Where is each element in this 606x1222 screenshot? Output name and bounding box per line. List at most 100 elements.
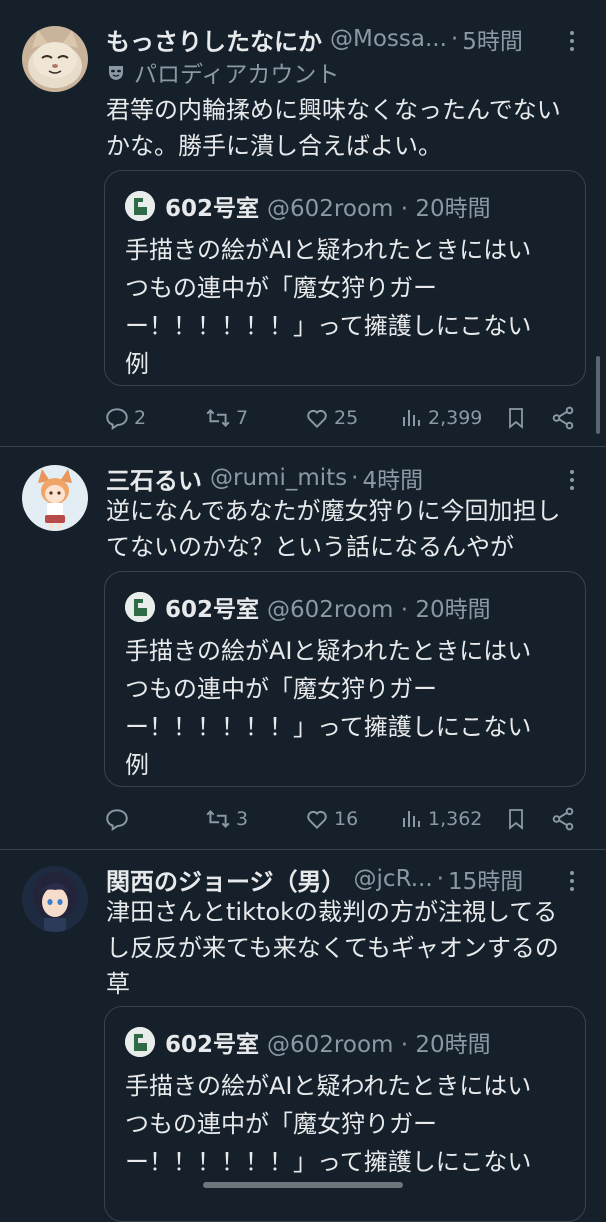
quote-text: 手描きの絵がAIと疑われたときにはい つもの連中が「魔女狩りガー ー！！！！！！…: [125, 632, 565, 784]
quote-text-line: つもの連中が「魔女狩りガー: [125, 675, 437, 703]
quote-author-handle: @602room · 20時間: [267, 597, 491, 623]
view-count: 1,362: [428, 808, 483, 830]
quote-text-line: ー！！！！！！」って擁護しにこない: [125, 312, 532, 340]
share-icon: [552, 807, 574, 831]
action-bar: 2 7 25 2,399: [104, 398, 584, 438]
more-icon[interactable]: [560, 866, 584, 896]
avatar-cat[interactable]: [22, 26, 88, 92]
quote-avatar: [125, 1027, 155, 1057]
repost-icon: [206, 409, 230, 427]
quote-avatar: [125, 191, 155, 221]
action-bar: 3 16 1,362: [104, 799, 584, 839]
quote-text-line: つもの連中が「魔女狩りガー: [125, 1110, 437, 1138]
repost-icon: [206, 810, 230, 828]
more-icon[interactable]: [560, 465, 584, 495]
quoted-tweet[interactable]: 602号室 @602room · 20時間 手描きの絵がAIと疑われたときにはい…: [104, 170, 586, 386]
like-button[interactable]: 25: [304, 398, 358, 438]
quote-author-handle: @602room · 20時間: [267, 196, 491, 222]
quoted-tweet[interactable]: 602号室 @602room · 20時間 手描きの絵がAIと疑われたときにはい…: [104, 571, 586, 787]
separator-dot: ·: [436, 866, 444, 892]
reply-icon: [106, 408, 128, 431]
quote-text-line: 例: [125, 350, 149, 378]
tweet-text: 逆になんであなたが魔女狩りに今回加担し てないのかな？という話になるんやが: [106, 493, 586, 565]
author-handle[interactable]: @rumi_mits: [210, 465, 347, 491]
mask-icon: [109, 66, 123, 80]
tweet-header: 三石るい @rumi_mits · 4時間: [106, 461, 423, 495]
scrollbar[interactable]: [596, 356, 600, 434]
tweet-text: 君等の内輪揉めに興味なくなったんでない かな。勝手に潰し合えばよい。: [106, 92, 586, 164]
quote-header: 602号室 @602room · 20時間: [125, 590, 491, 624]
bookmark-button[interactable]: [504, 799, 532, 839]
avatar-anime-boy[interactable]: [22, 866, 88, 932]
more-icon[interactable]: [560, 26, 584, 56]
quoted-tweet[interactable]: 602号室 @602room · 20時間 手描きの絵がAIと疑われたときにはい…: [104, 1006, 586, 1222]
views-icon: [403, 410, 420, 426]
reply-icon: [106, 809, 128, 832]
repost-button[interactable]: 3: [204, 799, 248, 839]
view-count: 2,399: [428, 407, 483, 429]
share-icon: [552, 406, 574, 430]
views-button[interactable]: 1,362: [400, 799, 482, 839]
share-button[interactable]: [550, 398, 580, 438]
tweet-3[interactable]: 関西のジョージ（男） @jcR... · 15時間 津田さんとtiktokの裁判…: [0, 850, 606, 1222]
quote-text-line: 例: [125, 751, 149, 779]
parody-text: パロディアカウント: [134, 62, 340, 88]
tweet-1[interactable]: もっさりしたなにか @Mossa... · 5時間 パロディアカウント 君等の内…: [0, 0, 606, 446]
bookmark-icon: [509, 408, 523, 429]
separator-dot: ·: [450, 26, 459, 52]
quote-text-line: 手描きの絵がAIと疑われたときにはい: [125, 236, 532, 264]
timestamp[interactable]: 5時間: [462, 22, 523, 56]
tweet-text-line: てないのかな？という話になるんやが: [106, 533, 514, 561]
timestamp[interactable]: 15時間: [448, 862, 523, 896]
tweet-text-line: 津田さんとtiktokの裁判の方が注視してる: [106, 898, 558, 926]
views-button[interactable]: 2,399: [400, 398, 482, 438]
like-count: 25: [334, 407, 359, 429]
bookmark-icon: [509, 809, 523, 830]
quote-text-line: ー！！！！！！」って擁護しにこない: [125, 1148, 532, 1176]
tweet-text-line: 草: [106, 970, 130, 998]
heart-icon: [307, 409, 327, 429]
quote-header: 602号室 @602room · 20時間: [125, 1025, 491, 1059]
quote-author-name: 602号室: [165, 597, 260, 623]
tweet-header: 関西のジョージ（男） @jcR... · 15時間: [106, 862, 523, 896]
like-count: 16: [334, 808, 359, 830]
quote-header: 602号室 @602room · 20時間: [125, 189, 491, 223]
author-name[interactable]: もっさりしたなにか: [106, 22, 322, 57]
like-button[interactable]: 16: [304, 799, 358, 839]
bookmark-button[interactable]: [504, 398, 532, 438]
quote-author-name: 602号室: [165, 196, 260, 222]
quote-text-line: 手描きの絵がAIと疑われたときにはい: [125, 1072, 532, 1100]
quote-text: 手描きの絵がAIと疑われたときにはい つもの連中が「魔女狩りガー ー！！！！！！…: [125, 231, 565, 383]
author-name[interactable]: 三石るい: [106, 461, 202, 496]
tweet-2[interactable]: 三石るい @rumi_mits · 4時間 逆になんであなたが魔女狩りに今回加担…: [0, 447, 606, 849]
reply-button[interactable]: 2: [104, 398, 146, 438]
quote-text-line: ー！！！！！！」って擁護しにこない: [125, 713, 532, 741]
tweet-text-line: かな。勝手に潰し合えばよい。: [106, 132, 442, 160]
tweet-header: もっさりしたなにか @Mossa... · 5時間: [106, 22, 523, 56]
quote-author-handle: @602room · 20時間: [267, 1032, 491, 1058]
tweet-text: 津田さんとtiktokの裁判の方が注視してる し反反が来ても来なくてもギャオンす…: [106, 894, 586, 1002]
repost-count: 3: [236, 808, 249, 830]
reply-count: 2: [134, 407, 147, 429]
reply-button[interactable]: [104, 799, 134, 839]
timestamp[interactable]: 4時間: [362, 461, 423, 495]
heart-icon: [307, 810, 327, 830]
share-button[interactable]: [550, 799, 580, 839]
repost-button[interactable]: 7: [204, 398, 248, 438]
quote-author-name: 602号室: [165, 1032, 260, 1058]
tweet-text-line: 逆になんであなたが魔女狩りに今回加担し: [106, 497, 561, 525]
author-name[interactable]: 関西のジョージ（男）: [106, 862, 346, 897]
author-handle[interactable]: @Mossa...: [330, 26, 447, 52]
home-indicator[interactable]: [203, 1182, 403, 1188]
parody-label: パロディアカウント: [106, 55, 339, 89]
separator-dot: ·: [351, 465, 359, 491]
quote-text: 手描きの絵がAIと疑われたときにはい つもの連中が「魔女狩りガー ー！！！！！！…: [125, 1067, 565, 1181]
tweet-text-line: 君等の内輪揉めに興味なくなったんでない: [106, 96, 561, 124]
avatar-anime-fox-girl[interactable]: [22, 465, 88, 531]
quote-text-line: 手描きの絵がAIと疑われたときにはい: [125, 637, 532, 665]
author-handle[interactable]: @jcR...: [354, 866, 433, 892]
quote-text-line: つもの連中が「魔女狩りガー: [125, 274, 437, 302]
views-icon: [403, 811, 420, 827]
quote-avatar: [125, 592, 155, 622]
tweet-text-line: し反反が来ても来なくてもギャオンするの: [106, 934, 559, 962]
